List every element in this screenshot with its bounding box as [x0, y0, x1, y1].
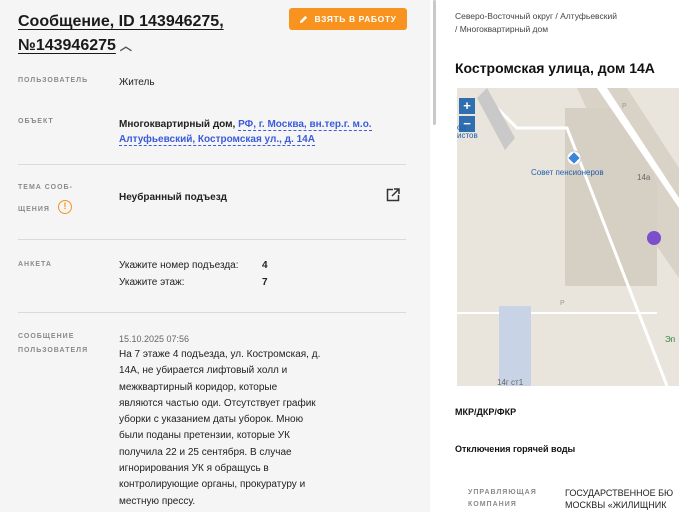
survey-question-2: Укажите этаж: — [119, 277, 185, 288]
breadcrumb[interactable]: Северо-Восточный округ / Алтуфьевский / … — [455, 10, 675, 36]
title-line-2: №143946275 — [18, 37, 116, 54]
user-label: ПОЛЬЗОВАТЕЛЬ — [18, 77, 89, 84]
map-bottom-label: 14г ст1 — [497, 378, 524, 386]
section-mkr[interactable]: МКР/ДКР/ФКР — [455, 407, 516, 417]
object-panel: Северо-Восточный округ / Алтуфьевский / … — [441, 0, 679, 512]
zoom-in-button[interactable]: + — [459, 98, 475, 114]
chevron-up-icon[interactable]: ︿ — [120, 34, 132, 58]
object-value: Многоквартирный дом, РФ, г. Москва, вн.т… — [119, 117, 389, 147]
divider — [18, 239, 406, 240]
scrollbar[interactable] — [432, 0, 438, 512]
message-panel: Сообщение, ID 143946275, №143946275 ︿ ВЗЯ… — [0, 0, 430, 512]
divider — [18, 164, 406, 165]
survey-question-1: Укажите номер подъезда: — [119, 260, 239, 271]
user-message-label: СООБЩЕНИЕ ПОЛЬЗОВАТЕЛЯ — [18, 333, 89, 354]
map-right-label: Эп — [665, 335, 676, 344]
management-company-label: УПРАВЛЯЮЩАЯ КОМПАНИЯ — [468, 489, 537, 508]
take-to-work-button[interactable]: ВЗЯТЬ В РАБОТУ — [289, 8, 407, 30]
scrollbar-thumb[interactable] — [433, 0, 436, 125]
user-value: Житель — [119, 77, 155, 88]
parking-icon: P — [622, 103, 627, 110]
topic-value: Неубранный подъезд — [119, 192, 228, 203]
external-link-icon[interactable] — [386, 188, 400, 202]
message-date: 15.10.2025 07:56 — [119, 334, 190, 344]
parking-icon: P — [560, 300, 565, 307]
pencil-icon — [300, 15, 308, 23]
message-title[interactable]: Сообщение, ID 143946275, №143946275 ︿ — [18, 10, 278, 58]
map-building-label: 14а — [637, 173, 651, 182]
section-hot-water[interactable]: Отключения горячей воды — [455, 444, 575, 454]
divider — [18, 312, 406, 313]
map-poi-label[interactable]: Совет пенсионеров — [531, 168, 604, 177]
warning-icon[interactable]: ! — [58, 200, 72, 214]
take-button-label: ВЗЯТЬ В РАБОТУ — [314, 14, 397, 24]
object-address-title: Костромская улица, дом 14А — [455, 60, 655, 76]
survey-answer-2: 7 — [262, 277, 268, 288]
object-address-link-2[interactable]: Алтуфьевский, Костромская ул., д. 14А — [119, 134, 315, 146]
message-text: На 7 этаже 4 подъезда, ул. Костромская, … — [119, 349, 321, 507]
object-address-link[interactable]: РФ, г. Москва, вн.тер.г. м.о. — [238, 119, 372, 131]
title-line-1: Сообщение, ID 143946275, — [18, 13, 224, 30]
object-label: ОБЪЕКТ — [18, 118, 54, 125]
map-marker[interactable] — [647, 231, 661, 245]
survey-answer-1: 4 — [262, 260, 268, 271]
map[interactable]: + − од истов Совет пенсионеров 14а 14г ст… — [457, 88, 679, 386]
survey-label: АНКЕТА — [18, 261, 52, 268]
map-canvas — [457, 88, 679, 386]
map-left-label: од истов — [457, 123, 478, 140]
object-type: Многоквартирный дом, — [119, 119, 236, 130]
management-company-value: ГОСУДАРСТВЕННОЕ БЮ МОСКВЫ «ЖИЛИЩНИК — [565, 488, 674, 510]
